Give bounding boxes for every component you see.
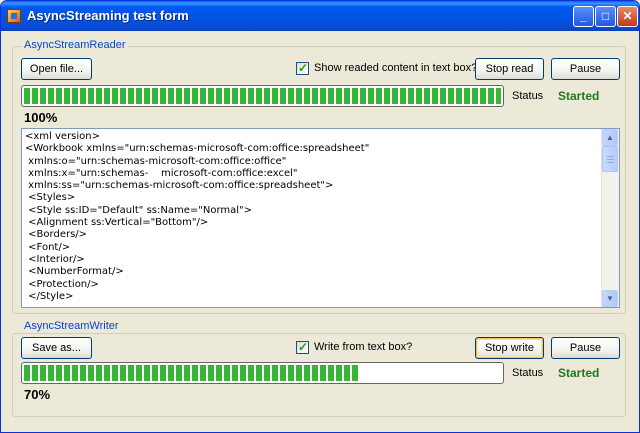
scroll-down-button[interactable]: ▼ — [602, 290, 618, 307]
reader-status-label: Status — [512, 90, 544, 102]
reader-percent: 100% — [24, 110, 58, 125]
grip-line — [607, 156, 614, 157]
show-content-checkbox[interactable]: ✓ — [296, 61, 309, 75]
close-button[interactable]: ✕ — [617, 6, 638, 27]
content-textbox[interactable]: <xml version> <Workbook xmlns="urn:schem… — [21, 128, 620, 308]
write-from-textbox-label: Write from text box? — [314, 341, 413, 353]
checkmark-icon: ✓ — [298, 61, 309, 75]
maximize-icon: □ — [601, 9, 610, 23]
checkmark-icon: ✓ — [298, 340, 309, 354]
show-content-label: Show readed content in text box? — [314, 62, 478, 74]
reader-progress-fill — [24, 88, 501, 104]
title-bar[interactable]: AsyncStreaming test form _ □ ✕ — [1, 1, 639, 31]
content-text: <xml version> <Workbook xmlns="urn:schem… — [25, 131, 370, 302]
scroll-up-button[interactable]: ▲ — [602, 129, 618, 146]
scroll-up-arrow-icon: ▲ — [606, 133, 614, 142]
writer-percent: 70% — [24, 387, 51, 402]
main-window: AsyncStreaming test form _ □ ✕ AsyncStre… — [0, 0, 640, 433]
write-from-textbox-checkbox[interactable]: ✓ — [296, 340, 309, 354]
content-scrollbar[interactable]: ▲ ▼ — [601, 129, 619, 307]
pause-write-button[interactable]: Pause — [551, 337, 620, 359]
writer-status-label: Status — [512, 367, 544, 379]
form-app-icon[interactable] — [7, 9, 21, 23]
reader-group-label: AsyncStreamReader — [22, 39, 128, 51]
writer-progress-bar — [21, 362, 504, 384]
stop-write-button[interactable]: Stop write — [475, 337, 544, 359]
pause-read-button[interactable]: Pause — [551, 58, 620, 80]
stop-read-button[interactable]: Stop read — [475, 58, 544, 80]
close-icon: ✕ — [622, 9, 633, 23]
minimize-icon: _ — [580, 9, 587, 23]
save-as-button[interactable]: Save as... — [21, 337, 92, 359]
writer-group-label: AsyncStreamWriter — [22, 320, 121, 332]
scroll-thumb[interactable] — [602, 146, 618, 172]
maximize-button[interactable]: □ — [595, 6, 616, 27]
open-file-button[interactable]: Open file... — [21, 58, 92, 80]
writer-progress-fill — [24, 365, 358, 381]
minimize-button[interactable]: _ — [573, 6, 594, 27]
writer-status-value: Started — [558, 366, 600, 380]
reader-status-value: Started — [558, 89, 600, 103]
window-title: AsyncStreaming test form — [27, 8, 189, 23]
reader-progress-bar — [21, 85, 504, 107]
grip-line — [607, 159, 614, 160]
scroll-down-arrow-icon: ▼ — [606, 294, 614, 303]
grip-line — [607, 162, 614, 163]
